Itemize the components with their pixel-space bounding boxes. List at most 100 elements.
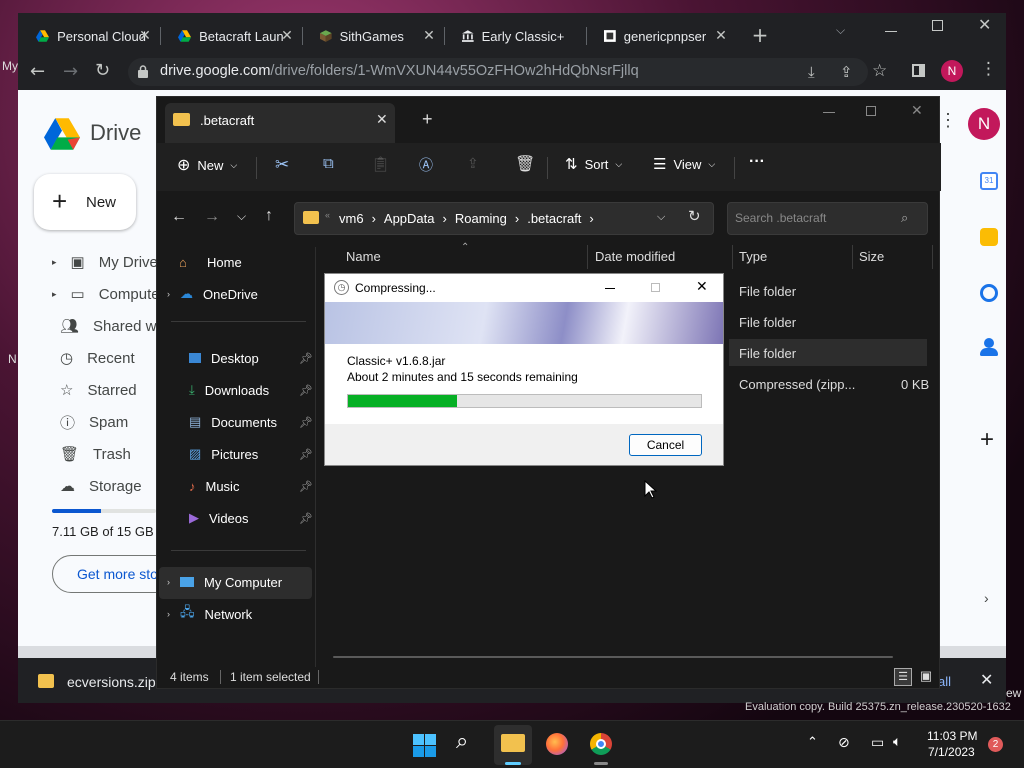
calendar-icon[interactable]: 31 [980,172,998,190]
back-icon[interactable]: ← [30,61,45,82]
share-icon[interactable]: ⇪ [840,63,853,81]
drive-nav-my-drive[interactable]: ▸ ▣ My Drive [52,247,158,277]
clock-date[interactable]: 7/1/2023 [928,745,975,759]
row-type[interactable]: File folder [739,346,796,361]
delete-icon[interactable]: 🗑︎ [515,154,535,174]
close-tab-icon[interactable]: ✕ [420,26,438,44]
nav-item-home[interactable]: ⌂ Home [179,247,242,277]
view-button[interactable]: ☰ View ⌵ [653,155,715,173]
show-hidden-icons-icon[interactable]: ⌃ [807,735,818,750]
column-type[interactable]: Type [739,249,767,264]
tasks-icon[interactable] [980,284,998,302]
cancel-button[interactable]: Cancel [629,434,702,456]
horizontal-scrollbar[interactable] [333,656,893,658]
up-icon[interactable]: ↑ [265,207,273,225]
explorer-close-button[interactable]: ✕ [911,102,923,119]
nav-item-onedrive[interactable]: › ☁︎ OneDrive [167,279,258,309]
row-type[interactable]: File folder [739,315,796,330]
notification-badge[interactable]: 2 [988,737,1003,752]
nav-item-music[interactable]: ♪ Music [189,471,239,501]
nav-item-my-computer[interactable]: › My Computer [167,567,282,597]
recent-locations-icon[interactable]: ⌵ [237,209,246,224]
close-download-bar-icon[interactable]: ✕ [980,670,993,690]
close-tab-icon[interactable]: ✕ [136,26,154,44]
apps-menu-icon[interactable]: ⋮ [939,110,957,131]
new-explorer-tab-button[interactable]: + [422,109,433,130]
column-name[interactable]: Name [346,249,381,264]
nav-item-documents[interactable]: ▤ Documents [189,407,277,437]
expand-chevron-icon[interactable]: › [167,289,170,299]
back-icon[interactable]: ← [171,208,187,226]
firefox-icon[interactable] [546,733,568,755]
sort-button[interactable]: ⇅ Sort ⌵ [565,155,622,173]
network-status-icon[interactable]: ⊘ [838,735,850,751]
menu-icon[interactable]: ⋮ [980,59,997,79]
forward-icon[interactable]: → [204,208,220,226]
drive-nav-recent[interactable]: ◷ Recent [52,343,135,373]
pin-icon[interactable]: 📌︎ [299,352,313,365]
windows-start-icon[interactable] [413,734,436,757]
browser-tab[interactable]: Personal Cloud ✕ [18,22,160,50]
expand-chevron-icon[interactable]: › [167,609,170,619]
tiles-view-icon[interactable]: ▣ [917,668,935,686]
forward-icon[interactable]: → [63,61,78,82]
breadcrumb-item[interactable]: .betacraft [527,211,581,226]
row-type[interactable]: File folder [739,284,796,299]
drive-nav-storage[interactable]: ☁︎ Storage [52,471,142,501]
share-icon[interactable]: ⇪ [467,155,479,172]
browser-tab[interactable]: SithGames ✕ [302,22,444,50]
display-icon[interactable]: ▭ [871,735,884,751]
details-view-icon[interactable]: ☰ [894,668,912,686]
rename-icon[interactable]: Ⓐ [419,155,433,175]
pin-icon[interactable]: 📌︎ [299,384,313,397]
drive-nav-spam[interactable]: ⓘ Spam [52,407,128,437]
browser-tab[interactable]: Betacraft Laun ✕ [160,22,302,50]
bookmark-star-icon[interactable]: ☆ [872,61,887,81]
explorer-minimize-button[interactable] [823,112,835,113]
new-item-button[interactable]: ⊕ New ⌵ [177,155,237,175]
tab-search-icon[interactable]: ⌵ [836,23,845,38]
drive-profile-avatar[interactable]: N [968,108,1000,140]
drive-nav-trash[interactable]: 🗑︎ Trash [52,439,131,469]
column-date-modified[interactable]: Date modified [595,249,675,264]
pin-icon[interactable]: 📌︎ [299,480,313,493]
nav-item-pictures[interactable]: ▨ Pictures [189,439,258,469]
new-tab-button[interactable]: + [748,23,772,47]
pin-icon[interactable]: 📌︎ [299,448,313,461]
minimize-button[interactable] [885,31,897,32]
chrome-profile-avatar[interactable]: N [941,60,963,82]
more-options-icon[interactable]: ··· [749,153,765,171]
nav-item-videos[interactable]: ▶ Videos [189,503,249,533]
install-icon[interactable]: ⤓ [808,63,815,81]
breadcrumb-item[interactable]: Roaming [455,211,507,226]
contacts-icon[interactable] [984,338,994,348]
pin-icon[interactable]: 📌︎ [299,416,313,429]
browser-tab[interactable]: Early Classic+ [444,22,586,50]
pin-icon[interactable]: 📌︎ [299,512,313,525]
close-tab-icon[interactable]: ✕ [278,26,296,44]
nav-item-network[interactable]: › 🖧︎ Network [167,599,252,629]
browser-tab[interactable]: genericpnpser ✕ [586,22,736,50]
cut-icon[interactable]: ✂ [275,155,289,175]
refresh-icon[interactable]: ↻ [688,207,701,225]
keep-icon[interactable] [980,228,998,246]
reload-icon[interactable]: ↻ [95,60,110,81]
address-dropdown-icon[interactable]: ⌵ [657,211,665,224]
maximize-button[interactable] [932,20,943,31]
search-icon[interactable]: ⌕ [456,729,468,754]
nav-item-downloads[interactable]: ⤓ Downloads [189,375,269,405]
copy-icon[interactable]: ⧉ [323,155,334,172]
close-window-button[interactable]: ✕ [978,15,991,34]
drive-nav-starred[interactable]: ☆ Starred [52,375,137,405]
download-file-name[interactable]: ecversions.zip [67,674,156,690]
row-type[interactable]: Compressed (zipp... [739,377,855,392]
nav-item-desktop[interactable]: Desktop [189,343,259,373]
expand-chevron-icon[interactable]: › [167,577,170,587]
drive-nav-computers[interactable]: ▸ ▭ Computers [52,279,172,309]
add-addon-icon[interactable]: + [980,426,994,454]
explorer-maximize-button[interactable] [866,106,876,116]
column-size[interactable]: Size [859,249,884,264]
side-panel-icon[interactable] [912,64,925,77]
close-explorer-tab-icon[interactable]: ✕ [376,111,388,128]
breadcrumb-item[interactable]: AppData [384,211,435,226]
